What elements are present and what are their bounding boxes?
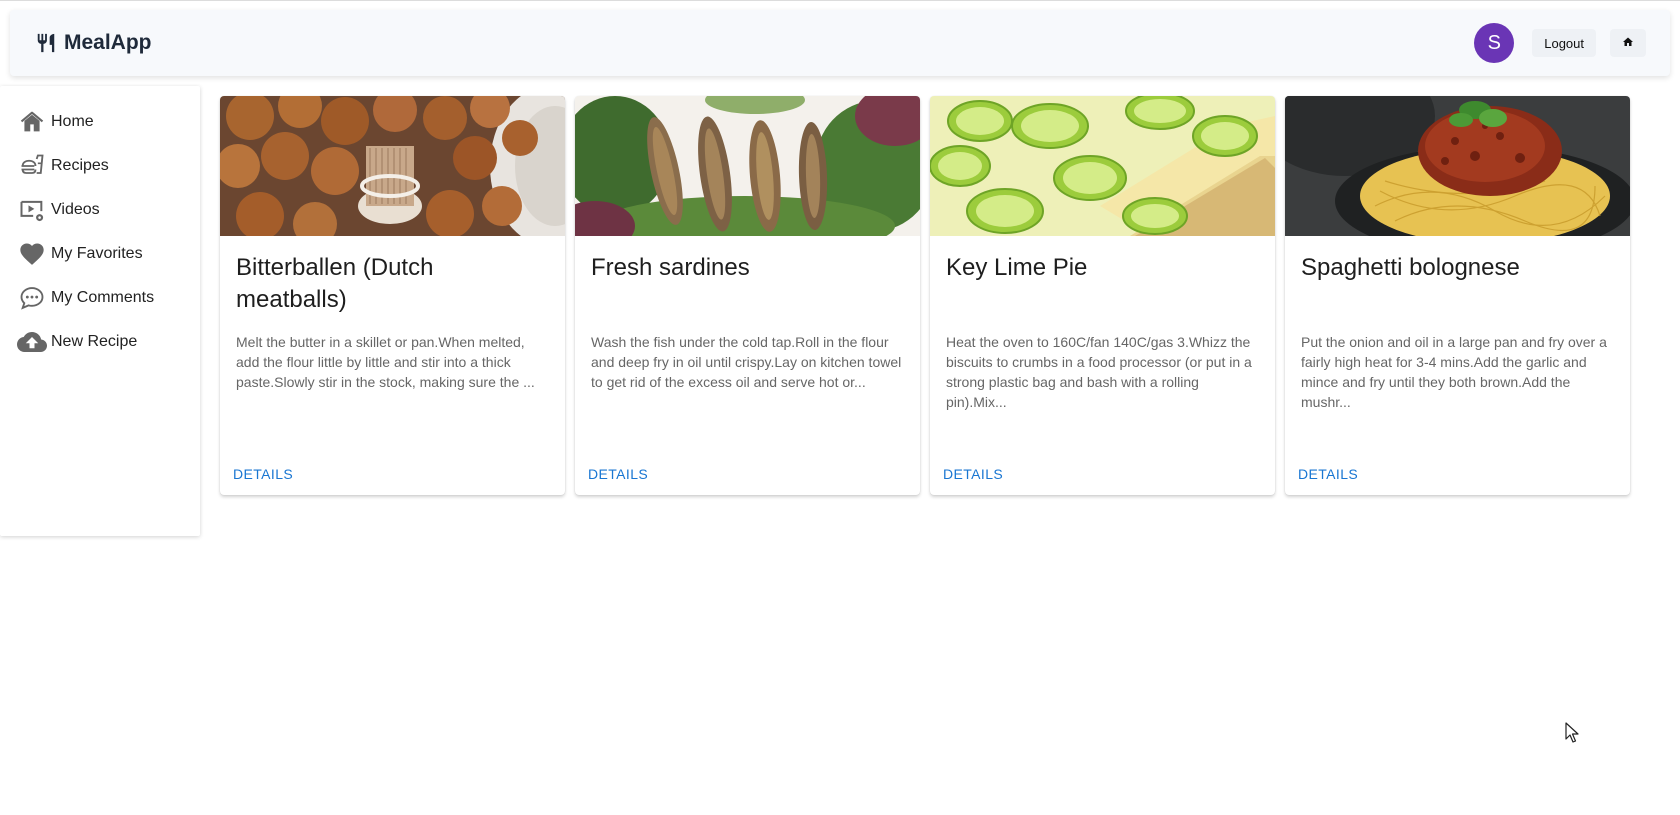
recipe-image-spaghetti-bolognese[interactable] — [1285, 96, 1630, 236]
recipe-title: Spaghetti bolognese — [1301, 254, 1520, 281]
details-button[interactable]: DETAILS — [228, 462, 298, 486]
recipe-description: Melt the butter in a skillet or pan.When… — [236, 334, 535, 390]
details-button[interactable]: DETAILS — [1293, 462, 1363, 486]
sidebar-item-label: New Recipe — [51, 333, 138, 350]
sidebar-item-label: Home — [51, 113, 94, 130]
mouse-cursor-icon — [1565, 722, 1579, 743]
header-actions: S Logout — [1474, 23, 1646, 63]
sidebar-item-label: My Comments — [51, 289, 155, 306]
recipe-description: Heat the oven to 160C/fan 140C/gas 3.Whi… — [946, 334, 1252, 410]
sidebar-item-home[interactable]: Home — [0, 100, 200, 144]
house-icon — [1622, 36, 1634, 51]
sidebar-item-recipes[interactable]: Recipes — [0, 144, 200, 188]
recipe-card: Key Lime Pie Heat the oven to 160C/fan 1… — [930, 96, 1275, 495]
cloud-upload-icon — [17, 327, 47, 357]
fork-knife-icon — [34, 31, 58, 55]
recipe-title: Key Lime Pie — [946, 254, 1088, 281]
home-button[interactable] — [1610, 29, 1646, 57]
recipes-icon — [17, 151, 47, 181]
details-button[interactable]: DETAILS — [938, 462, 1008, 486]
avatar[interactable]: S — [1474, 23, 1515, 63]
recipe-image-fresh-sardines[interactable] — [575, 96, 920, 236]
sidebar: Home Recipes Videos My Favorites My Comm… — [0, 86, 200, 536]
recipe-image-bitterballen[interactable] — [220, 96, 565, 236]
app-header: MealApp S Logout — [10, 10, 1670, 76]
recipe-card: Fresh sardines Wash the fish under the c… — [575, 96, 920, 495]
heart-icon — [17, 239, 47, 269]
video-settings-icon — [17, 195, 47, 225]
recipe-title: Fresh sardines — [591, 254, 750, 281]
sidebar-item-label: Videos — [51, 201, 100, 218]
recipe-card: Bitterballen (Dutch meatballs) Melt the … — [220, 96, 565, 495]
app-name: MealApp — [64, 31, 152, 54]
recipe-title: Bitterballen (Dutch meatballs) — [236, 254, 434, 313]
sidebar-item-label: My Favorites — [51, 245, 143, 262]
recipe-description: Put the onion and oil in a large pan and… — [1301, 334, 1607, 410]
sidebar-item-videos[interactable]: Videos — [0, 188, 200, 232]
sidebar-item-label: Recipes — [51, 157, 109, 174]
home-icon — [17, 107, 47, 137]
recipe-card: Spaghetti bolognese Put the onion and oi… — [1285, 96, 1630, 495]
logout-button[interactable]: Logout — [1532, 29, 1596, 57]
comment-icon — [17, 283, 47, 313]
sidebar-item-new-recipe[interactable]: New Recipe — [0, 320, 200, 364]
top-divider — [0, 0, 1680, 1]
recipe-card-list: Bitterballen (Dutch meatballs) Melt the … — [220, 96, 1630, 495]
brand[interactable]: MealApp — [34, 31, 152, 55]
recipe-image-key-lime-pie[interactable] — [930, 96, 1275, 236]
details-button[interactable]: DETAILS — [583, 462, 653, 486]
recipe-description: Wash the fish under the cold tap.Roll in… — [591, 334, 902, 390]
sidebar-item-comments[interactable]: My Comments — [0, 276, 200, 320]
sidebar-item-favorites[interactable]: My Favorites — [0, 232, 200, 276]
